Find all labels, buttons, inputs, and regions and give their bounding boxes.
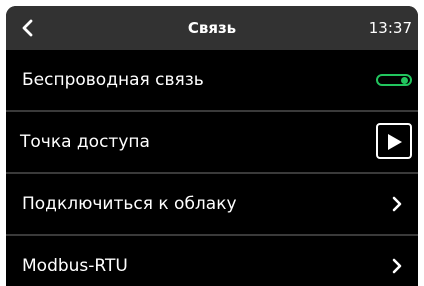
play-icon <box>388 134 402 150</box>
row-cloud-label: Подключиться к облаку <box>22 194 237 214</box>
chevron-right-icon <box>392 196 402 212</box>
row-modbus[interactable]: Modbus-RTU <box>6 236 418 286</box>
row-access-point-label: Точка доступа <box>20 132 150 152</box>
row-access-point[interactable]: Точка доступа <box>6 112 418 172</box>
clock: 13:37 <box>368 19 412 37</box>
row-cloud[interactable]: Подключиться к облаку <box>6 174 418 234</box>
row-wireless[interactable]: Беспроводная связь <box>6 50 418 110</box>
wireless-toggle[interactable] <box>376 74 412 86</box>
row-modbus-label: Modbus-RTU <box>22 256 128 276</box>
page-title: Связь <box>187 19 237 37</box>
header-bar: Связь 13:37 <box>6 6 418 50</box>
chevron-right-icon <box>392 258 402 274</box>
row-wireless-label: Беспроводная связь <box>22 70 204 90</box>
access-point-play-button[interactable] <box>376 123 412 159</box>
toggle-knob <box>401 77 408 84</box>
screen: Связь 13:37 Беспроводная связь Точка дос… <box>6 6 418 286</box>
